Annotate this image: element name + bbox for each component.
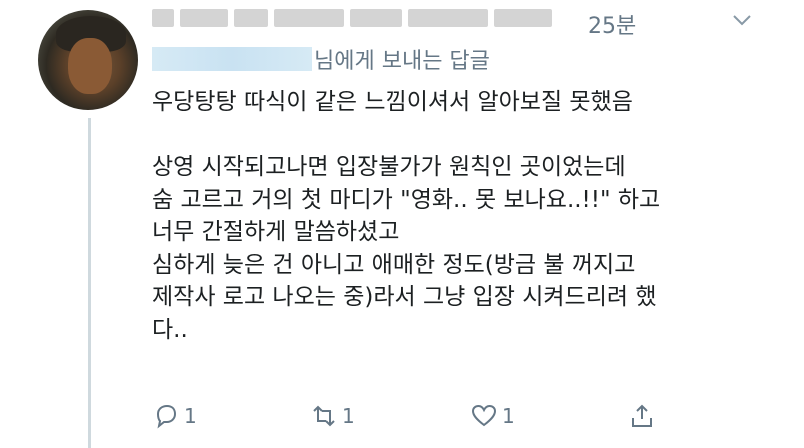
- reply-button[interactable]: 1: [152, 398, 197, 434]
- redacted-block: [152, 9, 174, 27]
- reply-icon: [156, 404, 177, 429]
- like-count: 1: [502, 404, 515, 428]
- share-button[interactable]: [628, 398, 660, 434]
- reply-count: 1: [184, 404, 197, 428]
- share-icon: [632, 404, 652, 427]
- redacted-block: [350, 9, 402, 27]
- heart-icon: [471, 404, 497, 427]
- avatar[interactable]: [38, 10, 138, 110]
- reply-handle-redacted[interactable]: [152, 47, 312, 71]
- redacted-block: [180, 9, 228, 27]
- thread-line: [88, 118, 91, 448]
- tweet-timestamp[interactable]: 25분: [588, 8, 636, 40]
- redacted-block: [234, 9, 268, 27]
- chevron-down-icon[interactable]: [730, 10, 754, 30]
- avatar-face: [68, 38, 112, 94]
- retweet-button[interactable]: 1: [310, 398, 355, 434]
- author-name-redacted[interactable]: [152, 6, 552, 30]
- like-button[interactable]: 1: [470, 398, 515, 434]
- retweet-icon: [313, 405, 335, 427]
- reply-to-line: 님에게 보내는 답글: [152, 44, 490, 74]
- retweet-count: 1: [342, 404, 355, 428]
- tweet-actions: 1 1 1: [152, 398, 772, 434]
- redacted-block: [274, 9, 344, 27]
- reply-to-label: 님에게 보내는 답글: [314, 49, 490, 74]
- redacted-block: [494, 9, 552, 27]
- tweet-text: 우당탕탕 따식이 같은 느낌이셔서 알아보질 못했음 상영 시작되고나면 입장불…: [152, 89, 661, 343]
- redacted-block: [408, 9, 488, 27]
